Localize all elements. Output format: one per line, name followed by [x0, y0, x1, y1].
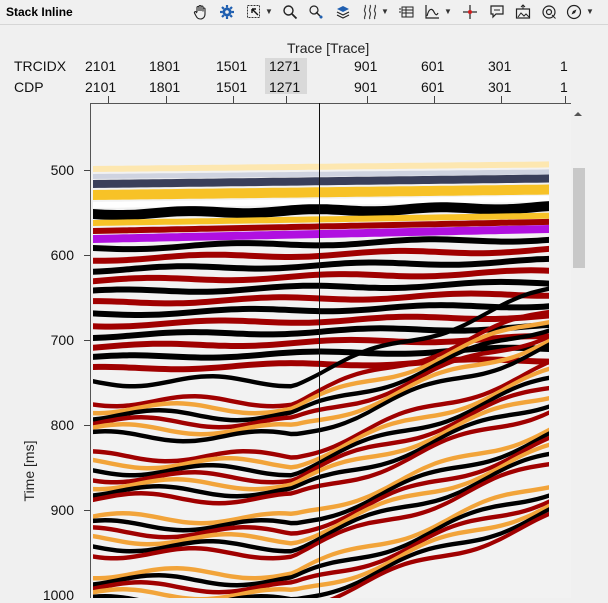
- wiggle-icon[interactable]: [361, 3, 379, 21]
- top-tick: [565, 96, 566, 103]
- top-tick: [166, 96, 167, 103]
- time-tick: [84, 340, 90, 341]
- hand-icon[interactable]: [191, 3, 209, 21]
- time-tick: [84, 170, 90, 171]
- trcidx-value: 901: [354, 58, 378, 74]
- time-tick-label: 500: [50, 162, 74, 178]
- header-label-trcidx: TRCIDX: [14, 58, 67, 74]
- top-tick: [108, 96, 109, 103]
- trcidx-value: 1501: [216, 58, 248, 74]
- toolbar: Stack Inline ▼ ▼ ▼ ▼: [0, 0, 608, 25]
- zoom-dropdown-caret[interactable]: ▼: [265, 7, 273, 16]
- cdp-value: 2101: [85, 79, 117, 95]
- scrollbar-thumb[interactable]: [573, 168, 585, 268]
- cdp-value: 301: [488, 79, 512, 95]
- time-tick-label: 800: [50, 417, 74, 433]
- chart-icon[interactable]: [423, 3, 441, 21]
- header-label-cdp: CDP: [14, 79, 44, 95]
- trcidx-value: 1271: [269, 58, 301, 74]
- pick-icon[interactable]: [307, 3, 325, 21]
- trcidx-value: 301: [488, 58, 512, 74]
- seismic-image: [93, 161, 549, 598]
- trace-axis-title: Trace [Trace]: [287, 40, 370, 56]
- compass-dropdown-caret[interactable]: ▼: [586, 7, 594, 16]
- cdp-value: 601: [421, 79, 445, 95]
- trcidx-value: 601: [421, 58, 445, 74]
- top-tick: [367, 96, 368, 103]
- crosshair-icon[interactable]: [461, 3, 479, 21]
- snapshot-icon[interactable]: [540, 3, 558, 21]
- top-tick: [286, 96, 287, 103]
- magnifier-icon[interactable]: [281, 3, 299, 21]
- cdp-value: 901: [354, 79, 378, 95]
- zoom-box-icon[interactable]: [245, 3, 263, 21]
- trcidx-value: 1: [560, 58, 568, 74]
- time-tick-label: 700: [50, 332, 74, 348]
- top-tick: [434, 96, 435, 103]
- top-tick: [233, 96, 234, 103]
- export-image-icon[interactable]: [514, 3, 532, 21]
- compass-icon[interactable]: [565, 3, 583, 21]
- layers-icon[interactable]: [334, 3, 352, 21]
- gear-icon[interactable]: [218, 3, 236, 21]
- time-tick-label: 1000: [42, 587, 74, 603]
- trcidx-value: 1801: [149, 58, 181, 74]
- chart-dropdown-caret[interactable]: ▼: [444, 7, 452, 16]
- time-tick-label: 600: [50, 247, 74, 263]
- trcidx-value: 2101: [85, 58, 117, 74]
- seismic-section[interactable]: [90, 103, 571, 598]
- window-title: Stack Inline: [6, 5, 73, 19]
- time-axis-label: Time [ms]: [21, 440, 37, 502]
- comment-icon[interactable]: [488, 3, 506, 21]
- time-tick: [84, 425, 90, 426]
- cdp-value: 1271: [269, 79, 301, 95]
- cdp-value: 1: [560, 79, 568, 95]
- trace-cursor-line[interactable]: [319, 103, 320, 597]
- wiggle-dropdown-caret[interactable]: ▼: [381, 7, 389, 16]
- top-tick: [501, 96, 502, 103]
- time-tick: [84, 255, 90, 256]
- scroll-up-arrow-icon[interactable]: [572, 106, 584, 116]
- table-icon[interactable]: [397, 3, 415, 21]
- time-tick: [84, 510, 90, 511]
- cdp-value: 1501: [216, 79, 248, 95]
- cdp-value: 1801: [149, 79, 181, 95]
